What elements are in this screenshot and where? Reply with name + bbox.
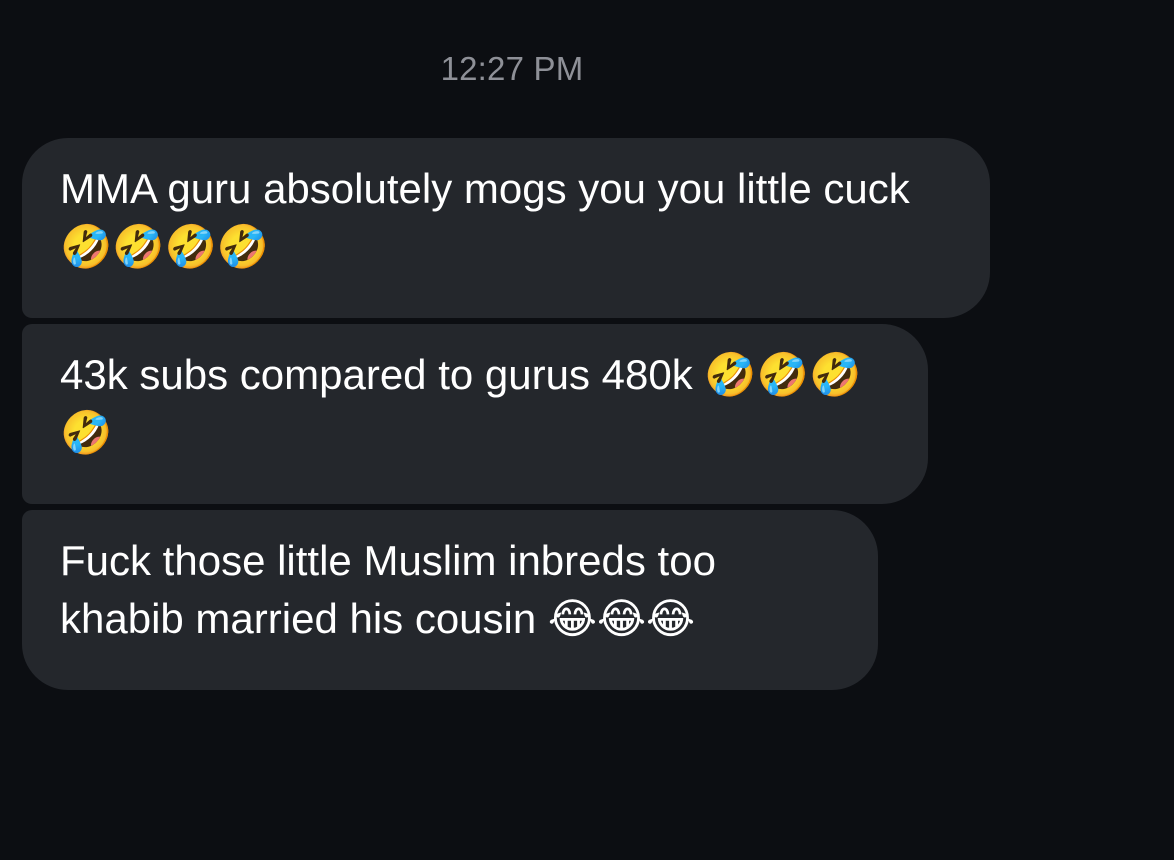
message-text: MMA guru absolutely mogs you you little … [60, 165, 910, 270]
incoming-message-bubble[interactable]: Fuck those little Muslim inbreds too kha… [22, 510, 878, 690]
message-text: Fuck those little Muslim inbreds too kha… [60, 537, 716, 642]
message-text: 43k subs compared to gurus 480k 🤣🤣🤣🤣 [60, 351, 862, 456]
incoming-message-bubble[interactable]: MMA guru absolutely mogs you you little … [22, 138, 990, 318]
message-timestamp: 12:27 PM [440, 50, 584, 87]
incoming-message-bubble[interactable]: 43k subs compared to gurus 480k 🤣🤣🤣🤣 [22, 324, 928, 504]
